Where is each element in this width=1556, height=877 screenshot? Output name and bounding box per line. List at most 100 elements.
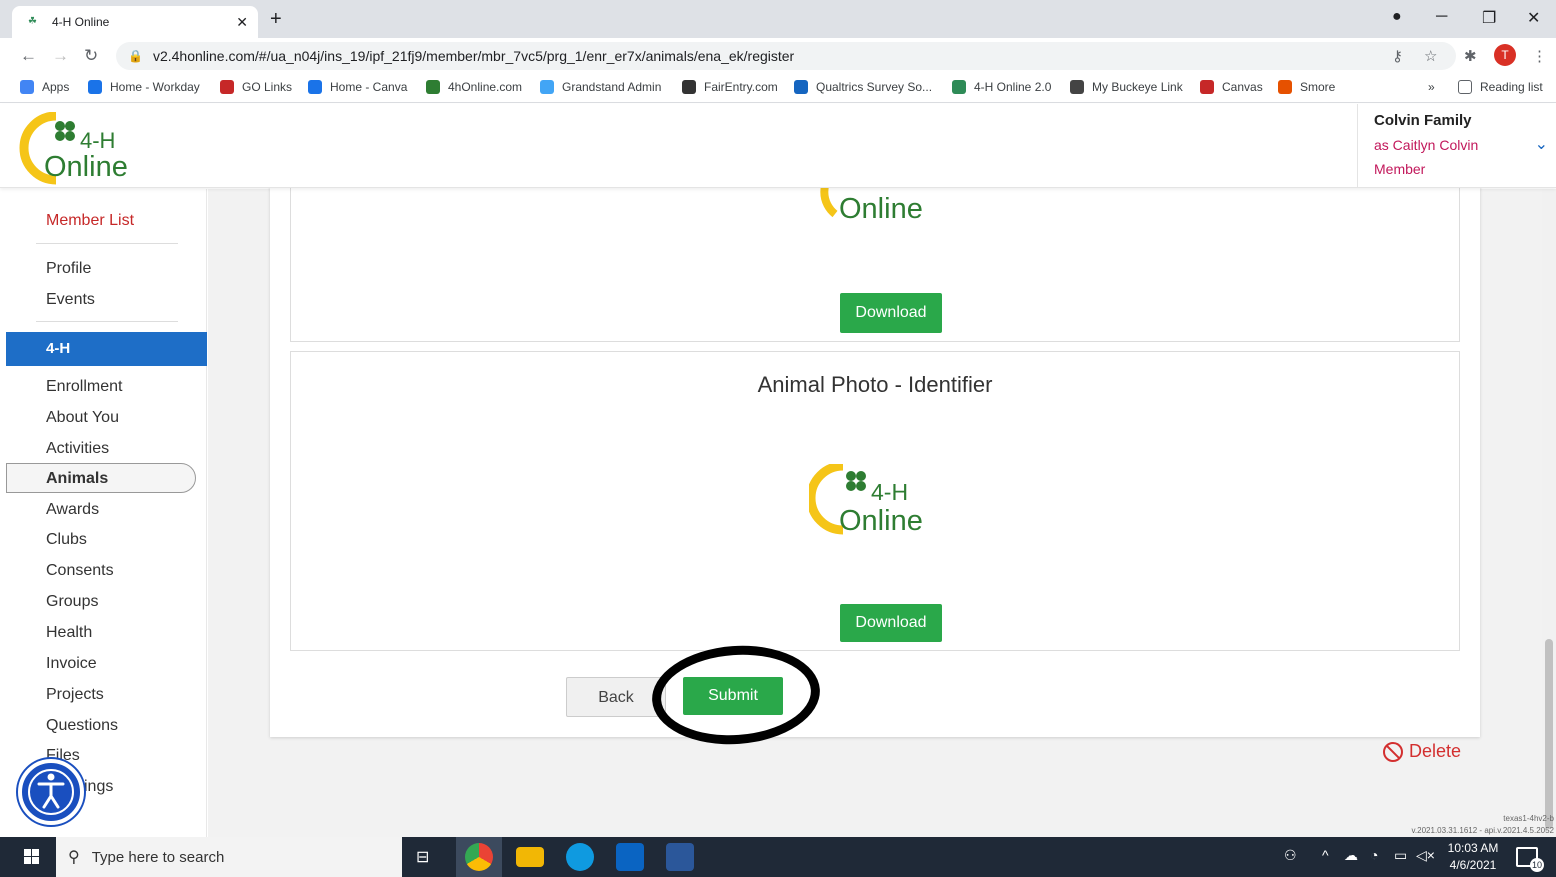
- scroll-thumb[interactable]: [1545, 639, 1553, 829]
- panel-1-logo-text: Online: [839, 193, 923, 225]
- photo-panel-2: Animal Photo - Identifier 4-H Online Dow…: [290, 351, 1460, 651]
- search-placeholder: Type here to search: [91, 848, 225, 866]
- 4h-online-logo[interactable]: 4-H Online: [16, 112, 146, 186]
- sidebar-item-clubs[interactable]: Clubs: [46, 531, 87, 549]
- menu-dots-icon[interactable]: ⋮: [1532, 47, 1547, 65]
- bookmark-item[interactable]: My Buckeye Link: [1070, 80, 1183, 94]
- extensions-icon[interactable]: ✱: [1464, 47, 1477, 65]
- sidebar-section-4h[interactable]: 4-H: [6, 332, 207, 366]
- download-button-1[interactable]: Download: [840, 293, 942, 333]
- accessibility-icon: [28, 769, 74, 815]
- sidebar-item-enrollment[interactable]: Enrollment: [46, 378, 122, 396]
- sidebar-item-consents[interactable]: Consents: [46, 562, 114, 580]
- bookmark-label: My Buckeye Link: [1092, 80, 1183, 94]
- bookmark-item[interactable]: Home - Canva: [308, 80, 407, 94]
- address-bar[interactable]: 🔒 v2.4honline.com/#/ua_n04j/ins_19/ipf_2…: [116, 42, 1456, 70]
- key-icon[interactable]: ⚷: [1392, 47, 1403, 65]
- search-icon: ⚲: [68, 849, 80, 866]
- bookmark-label: 4-H Online 2.0: [974, 80, 1052, 94]
- user-switcher[interactable]: Colvin Family as Caitlyn Colvin Member ⌄: [1357, 104, 1556, 188]
- battery-icon[interactable]: ▭: [1394, 847, 1407, 864]
- reading-list-button[interactable]: Reading list: [1458, 80, 1543, 94]
- onedrive-icon[interactable]: ☁: [1344, 847, 1358, 864]
- taskbar-search[interactable]: ⚲ Type here to search: [56, 837, 402, 877]
- bookmark-label: Home - Workday: [110, 80, 200, 94]
- sidebar-item-questions[interactable]: Questions: [46, 717, 118, 735]
- version-text-2: v.2021.03.31.1612 - api.v.2021.4.5.2052: [1411, 826, 1554, 835]
- accessibility-widget[interactable]: [18, 759, 84, 825]
- bookmark-favicon-icon: [308, 80, 322, 94]
- sidebar-item-health[interactable]: Health: [46, 624, 92, 642]
- notification-count: 10: [1530, 858, 1544, 872]
- page-scrollbar[interactable]: [1542, 189, 1556, 837]
- sidebar-item-activities[interactable]: Activities: [46, 440, 109, 458]
- sidebar-item-awards[interactable]: Awards: [46, 501, 99, 519]
- task-view-icon[interactable]: ⊟: [416, 847, 429, 867]
- close-window-icon[interactable]: ✕: [1527, 8, 1540, 28]
- bookmark-label: Qualtrics Survey So...: [816, 80, 933, 94]
- profile-avatar[interactable]: T: [1494, 44, 1516, 66]
- sidebar-item-about-you[interactable]: About You: [46, 409, 119, 427]
- bookmark-item[interactable]: 4-H Online 2.0: [952, 80, 1051, 94]
- sidebar-item-projects[interactable]: Projects: [46, 686, 104, 704]
- people-icon[interactable]: ⚇: [1284, 847, 1297, 864]
- bookmark-label: GO Links: [242, 80, 293, 94]
- bookmark-item[interactable]: FairEntry.com: [682, 80, 778, 94]
- bookmark-item[interactable]: Home - Workday: [88, 80, 200, 94]
- wifi-icon[interactable]: ◔: [1370, 847, 1378, 863]
- volume-muted-icon[interactable]: ◁×: [1416, 847, 1435, 864]
- bookmark-item[interactable]: Qualtrics Survey So...: [794, 80, 932, 94]
- restore-icon[interactable]: ❐: [1482, 8, 1496, 28]
- browser-tabstrip: ☘ 4-H Online ✕ + ● ─ ❐ ✕: [0, 0, 1556, 38]
- clock-time: 10:03 AM: [1447, 841, 1499, 855]
- chrome-app-icon[interactable]: [465, 843, 493, 871]
- windows-start-icon[interactable]: [8, 845, 54, 869]
- word-icon[interactable]: [666, 843, 694, 871]
- bookmark-item[interactable]: Canvas: [1200, 80, 1263, 94]
- clock-date: 4/6/2021: [1449, 858, 1497, 872]
- browser-tab[interactable]: ☘ 4-H Online ✕: [12, 6, 258, 38]
- star-icon[interactable]: ☆: [1424, 47, 1437, 65]
- bookmarks-overflow-button[interactable]: »: [1428, 80, 1435, 94]
- sidebar-item-animals[interactable]: Animals: [46, 470, 108, 488]
- back-button[interactable]: Back: [566, 677, 666, 717]
- outlook-icon[interactable]: [616, 843, 644, 871]
- file-explorer-icon[interactable]: [516, 847, 544, 867]
- bookmark-item[interactable]: GO Links: [220, 80, 292, 94]
- edge-icon[interactable]: [566, 843, 594, 871]
- clover-favicon-icon: ☘: [28, 16, 37, 27]
- version-text-1: texas1-4hv2-b: [1503, 814, 1554, 823]
- bookmark-favicon-icon: [1200, 80, 1214, 94]
- taskbar-clock[interactable]: 10:03 AM 4/6/2021: [1440, 840, 1506, 874]
- download-button-2[interactable]: Download: [840, 604, 942, 642]
- media-icon[interactable]: ●: [1392, 8, 1402, 26]
- new-tab-icon[interactable]: +: [270, 8, 282, 31]
- bookmark-label: FairEntry.com: [704, 80, 778, 94]
- sidebar-item-events[interactable]: Events: [46, 291, 95, 309]
- reload-icon[interactable]: ↻: [84, 46, 98, 66]
- back-arrow-icon[interactable]: ←: [20, 46, 37, 66]
- delete-button[interactable]: Delete: [1383, 741, 1461, 762]
- bookmark-item[interactable]: 4hOnline.com: [426, 80, 522, 94]
- bookmark-favicon-icon: [1278, 80, 1292, 94]
- tab-title: 4-H Online: [52, 15, 110, 29]
- tray-chevron-up-icon[interactable]: ^: [1322, 847, 1329, 863]
- sidebar-item-profile[interactable]: Profile: [46, 260, 91, 278]
- bookmark-item[interactable]: Grandstand Admin: [540, 80, 661, 94]
- bookmark-item[interactable]: Smore: [1278, 80, 1335, 94]
- bookmark-favicon-icon: [952, 80, 966, 94]
- bookmark-label: 4hOnline.com: [448, 80, 523, 94]
- close-tab-icon[interactable]: ✕: [236, 14, 248, 31]
- browser-toolbar: ← → ↻ 🔒 v2.4honline.com/#/ua_n04j/ins_19…: [0, 38, 1556, 73]
- forward-arrow-icon[interactable]: →: [52, 46, 69, 66]
- sidebar-item-invoice[interactable]: Invoice: [46, 655, 97, 673]
- notifications-icon[interactable]: 10: [1516, 847, 1544, 872]
- panel-2-logo-4h: 4-H: [871, 479, 908, 505]
- sidebar-item-settings[interactable]: ings: [84, 778, 113, 796]
- sidebar-item-member-list[interactable]: Member List: [46, 212, 134, 230]
- minimize-icon[interactable]: ─: [1436, 8, 1447, 26]
- bookmark-favicon-icon: [426, 80, 440, 94]
- chevron-down-icon[interactable]: ⌄: [1535, 134, 1548, 154]
- sidebar-item-groups[interactable]: Groups: [46, 593, 98, 611]
- bookmark-item[interactable]: Apps: [20, 80, 69, 94]
